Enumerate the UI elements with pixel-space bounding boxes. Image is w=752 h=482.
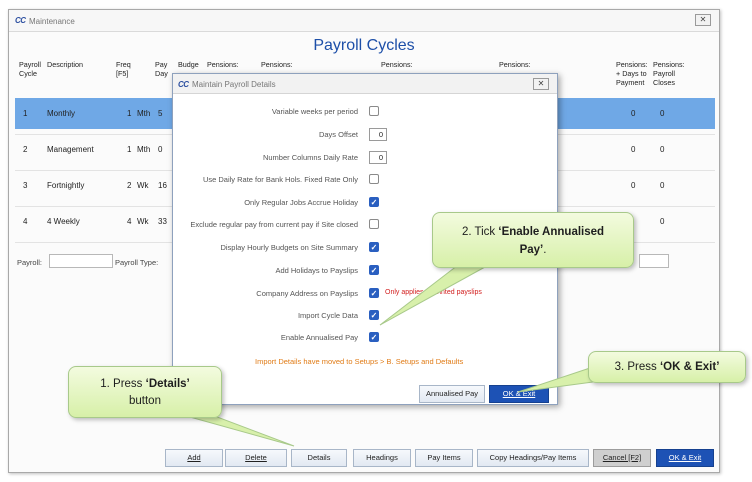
callout-step-2: 2. Tick ‘Enable Annualised Pay’. [432, 212, 634, 268]
callout-step-1: 1. Press ‘Details’ button [68, 366, 222, 418]
callout-step-3: 3. Press ‘OK & Exit’ [588, 351, 746, 383]
callout-2-pointer [379, 261, 495, 326]
